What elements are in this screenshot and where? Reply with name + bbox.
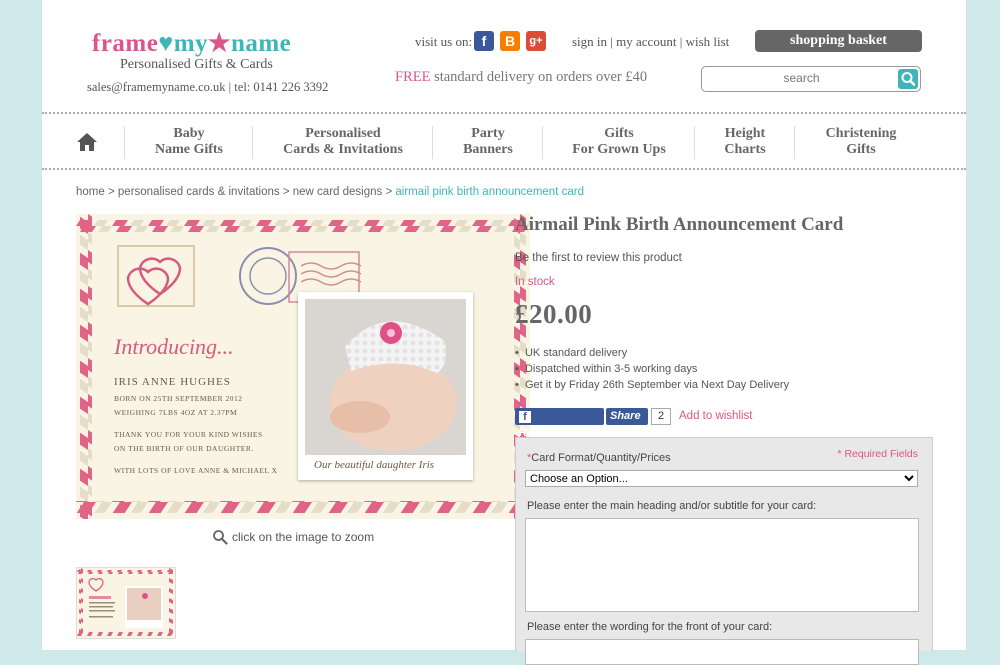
divider bbox=[42, 112, 966, 114]
nav-separator bbox=[124, 126, 125, 159]
link-separator: | bbox=[679, 34, 683, 49]
nav-gifts-grown-ups[interactable]: Gifts For Grown Ups bbox=[544, 116, 694, 168]
breadcrumb-cards[interactable]: personalised cards & invitations bbox=[118, 186, 280, 198]
search-input[interactable] bbox=[712, 70, 891, 86]
card-introducing: Introducing... bbox=[114, 334, 234, 359]
search-icon bbox=[901, 72, 916, 86]
front-wording-label: Please enter the wording for the front o… bbox=[527, 621, 773, 633]
facebook-icon: f bbox=[519, 411, 531, 423]
add-to-wishlist-link[interactable]: Add to wishlist bbox=[679, 410, 753, 422]
shopping-basket-button[interactable]: shopping basket bbox=[755, 30, 922, 52]
share-count: 2 bbox=[651, 408, 671, 425]
tagline: Personalised Gifts & Cards bbox=[120, 57, 273, 72]
front-wording-textarea[interactable] bbox=[525, 639, 919, 665]
nav-label: Christening Gifts bbox=[825, 126, 897, 157]
visit-us-label: visit us on: bbox=[415, 34, 473, 49]
card-format-select[interactable]: Choose an Option... bbox=[525, 470, 918, 487]
breadcrumb-current: airmail pink birth announcement card bbox=[395, 186, 584, 198]
logo-word-frame: frame bbox=[92, 30, 159, 57]
promo-text: standard delivery on orders over £40 bbox=[434, 69, 648, 85]
logo-word-name: name bbox=[230, 30, 292, 57]
star-icon: ★ bbox=[208, 30, 231, 57]
wish-list-link[interactable]: wish list bbox=[686, 34, 730, 49]
account-links: sign in | my account | wish list bbox=[572, 34, 729, 50]
breadcrumb: home > personalised cards & invitations … bbox=[76, 186, 584, 198]
product-image[interactable]: Introducing... IRIS ANNE HUGHES BORN ON … bbox=[76, 214, 530, 519]
nav-label: Height Charts bbox=[724, 126, 766, 157]
nav-personalised-cards[interactable]: Personalised Cards & Invitations bbox=[254, 116, 432, 168]
site-logo[interactable]: frame♥my★name bbox=[92, 28, 291, 58]
breadcrumb-separator: > bbox=[385, 186, 393, 198]
baby-photo-frame: Our beautiful daughter Iris bbox=[298, 292, 473, 480]
delivery-bullet: • Get it by Friday 26th September via Ne… bbox=[515, 379, 790, 391]
delivery-promo: FREE standard delivery on orders over £4… bbox=[395, 69, 647, 86]
nav-label: Party Banners bbox=[463, 126, 513, 157]
facebook-recommend-button[interactable]: fRecommend bbox=[515, 408, 604, 439]
zoom-text: click on the image to zoom bbox=[232, 530, 375, 544]
card-thanks-1: THANK YOU FOR YOUR KIND WISHES bbox=[114, 430, 263, 439]
search-button[interactable] bbox=[898, 69, 918, 89]
nav-label: Personalised Cards & Invitations bbox=[283, 126, 403, 157]
photo-caption: Our beautiful daughter Iris bbox=[314, 459, 435, 471]
zoom-hint[interactable]: click on the image to zoom bbox=[212, 529, 374, 545]
contact-info: sales@framemyname.co.uk | tel: 0141 226 … bbox=[87, 80, 329, 94]
my-account-link[interactable]: my account bbox=[616, 34, 676, 49]
nav-separator bbox=[432, 126, 433, 159]
stock-status: In stock bbox=[515, 276, 555, 288]
nav-christening-gifts[interactable]: Christening Gifts bbox=[796, 116, 926, 168]
divider bbox=[42, 168, 966, 170]
main-nav: Baby Name Gifts Personalised Cards & Invit… bbox=[42, 116, 966, 168]
nav-height-charts[interactable]: Height Charts bbox=[696, 116, 794, 168]
nav-separator bbox=[694, 126, 695, 159]
product-price: £20.00 bbox=[515, 299, 593, 329]
nav-separator bbox=[542, 126, 543, 159]
facebook-share-button[interactable]: Share bbox=[606, 408, 648, 425]
search-box bbox=[701, 66, 921, 92]
delivery-bullet: • Dispatched within 3-5 working days bbox=[515, 363, 698, 375]
breadcrumb-new-designs[interactable]: new card designs bbox=[293, 186, 383, 198]
format-label: *Card Format/Quantity/Prices bbox=[527, 452, 671, 464]
blogger-icon[interactable]: B bbox=[500, 31, 520, 51]
promo-free: FREE bbox=[395, 69, 431, 85]
magnifier-icon bbox=[213, 530, 228, 545]
nav-label: Baby Name Gifts bbox=[154, 126, 224, 157]
review-link[interactable]: Be the first to review this product bbox=[515, 252, 682, 264]
card-name: IRIS ANNE HUGHES bbox=[114, 376, 231, 388]
logo-word-my: my bbox=[173, 30, 209, 57]
card-born: BORN ON 25TH SEPTEMBER 2012 bbox=[114, 394, 243, 403]
nav-label: Gifts For Grown Ups bbox=[572, 126, 666, 157]
page: frame♥my★name Personalised Gifts & Cards… bbox=[42, 0, 966, 665]
heading-textarea[interactable] bbox=[525, 518, 919, 612]
heading-label: Please enter the main heading and/or sub… bbox=[527, 500, 817, 512]
home-link[interactable] bbox=[62, 116, 112, 168]
nav-party-banners[interactable]: Party Banners bbox=[434, 116, 542, 168]
breadcrumb-home[interactable]: home bbox=[76, 186, 105, 198]
product-thumbnail[interactable] bbox=[76, 567, 176, 639]
facebook-icon[interactable]: f bbox=[474, 31, 494, 51]
breadcrumb-separator: > bbox=[107, 186, 115, 198]
home-icon bbox=[77, 133, 97, 151]
thumbnail-image bbox=[77, 568, 175, 638]
nav-baby-name-gifts[interactable]: Baby Name Gifts bbox=[126, 116, 252, 168]
breadcrumb-separator: > bbox=[282, 186, 290, 198]
required-fields-note: * Required Fields bbox=[837, 448, 918, 460]
nav-separator bbox=[252, 126, 253, 159]
baby-photo bbox=[305, 299, 466, 455]
nav-separator bbox=[794, 126, 795, 159]
card-weight: WEIGHING 7LBS 4OZ AT 2.37PM bbox=[114, 408, 238, 417]
delivery-bullet: • UK standard delivery bbox=[515, 347, 628, 359]
product-options-form: * Required Fields *Card Format/Quantity/… bbox=[515, 437, 933, 665]
product-title: Airmail Pink Birth Announcement Card bbox=[515, 214, 844, 235]
card-love: WITH LOTS OF LOVE ANNE & MICHAEL X bbox=[114, 466, 278, 475]
sign-in-link[interactable]: sign in bbox=[572, 34, 607, 49]
card-thanks-2: ON THE BIRTH OF OUR DAUGHTER. bbox=[114, 444, 254, 453]
google-plus-icon[interactable]: g+ bbox=[526, 31, 546, 51]
heart-icon: ♥ bbox=[158, 30, 174, 57]
link-separator: | bbox=[610, 34, 613, 49]
